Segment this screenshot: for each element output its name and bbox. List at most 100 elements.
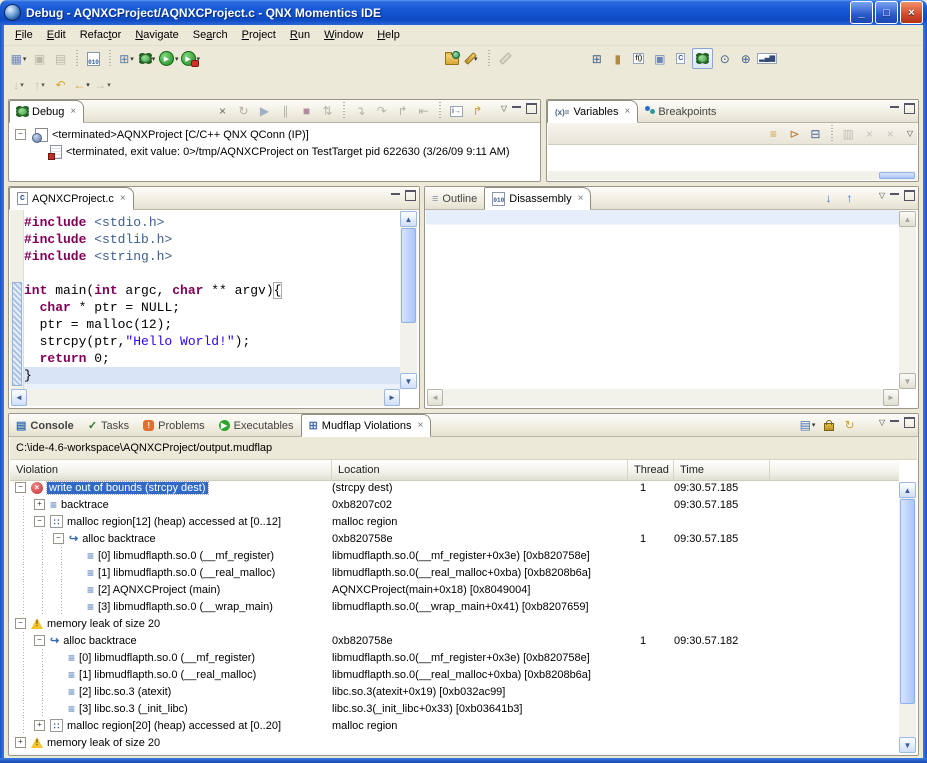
view-menu-icon[interactable]: ▽ [907,129,913,138]
menu-search[interactable]: Search [186,27,235,43]
c-editor-perspective-icon[interactable]: C [671,49,690,68]
scroll-down-arrow[interactable]: ▼ [400,373,417,389]
disassembly-content[interactable]: ▲ ▼ ◄ ► [426,210,917,407]
violation-row[interactable]: ≡[2] AQNXCProject (main)AQNXCProject(mai… [10,581,899,598]
scroll-lock-icon[interactable] [819,416,838,435]
previous-annotation-icon[interactable]: ↑▾ [30,75,49,94]
refresh-icon[interactable]: ↻ [840,416,859,435]
gather-memory-icon[interactable]: ▥ [839,124,858,143]
scrollbar-thumb[interactable] [401,228,416,323]
open-console-icon[interactable]: ▤▾ [798,416,817,435]
disassembly-vscrollbar[interactable]: ▲ ▼ [899,211,916,389]
menu-refactor[interactable]: Refactor [73,27,129,43]
menu-project[interactable]: Project [235,27,283,43]
column-violation[interactable]: Violation [10,460,332,480]
editor-vscrollbar[interactable]: ▲ ▼ [400,211,417,389]
maximize-view-icon[interactable] [904,190,915,201]
violation-row[interactable]: ≡[1] libmudflapth.so.0 (__real_malloc)li… [10,564,899,581]
maximize-view-icon[interactable] [904,417,915,428]
expander-icon[interactable]: − [15,129,26,140]
expander-icon[interactable]: + [34,720,45,731]
remove-all-icon[interactable]: × [881,124,900,143]
open-resource-icon[interactable] [442,49,461,68]
minimize-view-icon[interactable] [391,193,400,198]
tab-breakpoints[interactable]: Breakpoints [638,101,723,122]
violation-row[interactable]: ≡[1] libmudflapth.so.0 (__real_malloc)li… [10,666,899,683]
function-perspective-icon[interactable]: f() [629,49,648,68]
view-menu-icon[interactable]: ▽ [879,191,885,200]
code-line[interactable]: #include <string.h> [24,248,401,265]
qnx-info-perspective-icon[interactable]: ⊙ [715,49,734,68]
target-navigator-perspective-icon[interactable]: ⊕ [736,49,755,68]
close-tab-icon[interactable]: × [417,420,423,431]
expander-icon[interactable]: − [34,635,45,646]
tab-mudflap-violations[interactable]: ⊞Mudflap Violations× [301,414,432,437]
minimize-view-icon[interactable] [890,106,899,111]
code-line[interactable]: strcpy(ptr,"Hello World!"); [24,333,401,350]
highlighter-icon[interactable]: ▾ [463,49,482,68]
close-tab-icon[interactable]: × [70,106,76,117]
tab-variables[interactable]: Variables × [547,100,638,123]
restart-icon[interactable]: ↻ [234,102,253,121]
step-return-icon[interactable]: ↱ [393,102,412,121]
profile-launch-icon[interactable]: ▾ [181,49,201,68]
code-line[interactable]: char * ptr = NULL; [24,299,401,316]
last-edit-location-icon[interactable]: ↶ [51,75,70,94]
print-icon[interactable]: ▤ [51,49,70,68]
violation-row[interactable]: −×write out of bounds (strcpy dest)(strc… [10,479,899,496]
code-line[interactable]: ptr = malloc(12); [24,316,401,333]
tab-problems[interactable]: !Problems [136,415,211,436]
minimize-view-icon[interactable] [512,106,521,111]
minimize-view-icon[interactable] [890,193,899,198]
resume-icon[interactable]: ▶ [255,102,274,121]
violation-row[interactable]: ≡[3] libc.so.3 (_init_libc)libc.so.3(_in… [10,700,899,717]
scroll-down-arrow[interactable]: ▼ [899,373,916,389]
binary-file-icon[interactable] [84,49,103,68]
scroll-down-arrow[interactable]: ▼ [899,737,916,753]
back-icon[interactable]: ←▾ [72,75,91,94]
menu-window[interactable]: Window [317,27,370,43]
scroll-left-arrow[interactable]: ◄ [427,389,443,406]
column-thread[interactable]: Thread [628,460,674,480]
code-line[interactable]: int main(int argc, char ** argv){ [24,282,401,299]
menu-help[interactable]: Help [370,27,407,43]
process-row[interactable]: <terminated, exit value: 0>/tmp/AQNXCPro… [14,143,539,160]
violation-row[interactable]: ≡[2] libc.so.3 (atexit)libc.so.3(atexit+… [10,683,899,700]
collapse-all-icon[interactable]: ⊟ [806,124,825,143]
scrollbar-thumb[interactable] [879,172,915,179]
run-launch-icon[interactable]: ▾ [159,49,179,68]
code-editor[interactable]: #include <stdio.h>#include <stdlib.h>#in… [10,210,418,407]
view-menu-icon[interactable]: ▽ [501,104,507,113]
violation-row[interactable]: +!memory leak of size 20 [10,734,899,751]
view-menu-icon[interactable]: ▽ [879,418,885,427]
column-location[interactable]: Location [332,460,628,480]
violation-row[interactable]: +∷malloc region[20] (heap) accessed at [… [10,717,899,734]
code-line[interactable]: } [24,367,401,384]
violation-row[interactable]: −↪alloc backtrace0xb820758e109:30.57.185 [10,530,899,547]
debug-perspective-icon[interactable] [692,48,713,69]
svn-perspective-icon[interactable]: ▮ [608,49,627,68]
maximize-view-icon[interactable] [526,103,537,114]
expander-icon[interactable]: + [15,737,26,748]
violation-row[interactable]: ≡[0] libmudflapth.so.0 (__mf_register)li… [10,649,899,666]
remove-all-terminated-icon[interactable]: × [213,102,232,121]
resource-perspective-icon[interactable]: ▣ [650,49,669,68]
new-wizard-icon[interactable]: ▦▾ [9,49,28,68]
terminate-icon[interactable]: ■ [297,102,316,121]
launch-config-icon[interactable]: ⊞▾ [117,49,136,68]
use-step-filters-icon[interactable]: ↱ [468,102,487,121]
drop-to-frame-icon[interactable]: ⇤ [414,102,433,121]
system-profiler-perspective-icon[interactable]: ▂▄▆ [757,49,777,68]
scroll-left-arrow[interactable]: ◄ [11,389,27,406]
code-area[interactable]: #include <stdio.h>#include <stdlib.h>#in… [24,210,401,390]
show-logical-structure-icon[interactable]: ⊳ [785,124,804,143]
menu-edit[interactable]: Edit [40,27,73,43]
maximize-button[interactable]: □ [875,1,898,24]
close-tab-icon[interactable]: × [578,193,584,204]
remove-selected-icon[interactable]: × [860,124,879,143]
expander-icon[interactable]: − [15,482,26,493]
expander-icon[interactable]: + [34,499,45,510]
tab-outline[interactable]: ≡ Outline [425,188,484,209]
tab-editor[interactable]: c AQNXCProject.c × [9,187,134,210]
tab-tasks[interactable]: ✓Tasks [81,415,136,436]
